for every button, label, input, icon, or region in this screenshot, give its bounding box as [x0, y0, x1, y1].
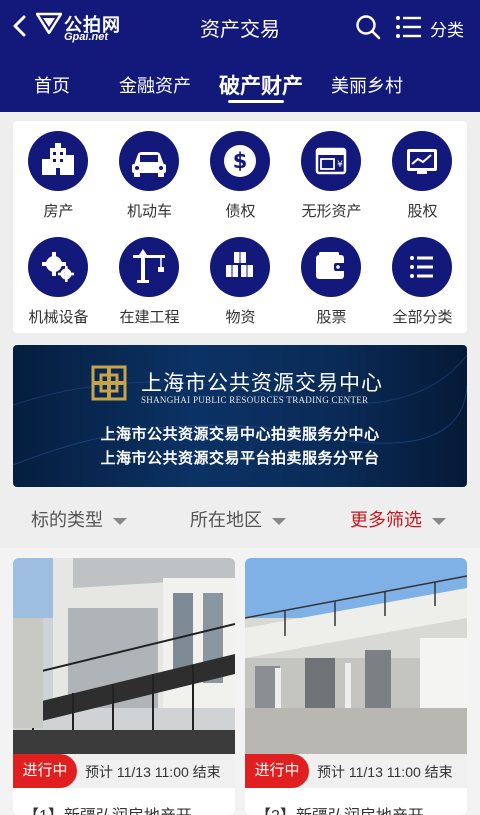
deadline-text: 预计 11/13 11:00 结束: [317, 764, 453, 780]
banner-title: 上海市公共资源交易中心: [141, 371, 383, 395]
filter-asset-type[interactable]: 标的类型: [31, 506, 127, 532]
status-badge: 进行中: [245, 754, 309, 788]
banner-subtitle: SHANGHAI PUBLIC RESOURCES TRADING CENTER: [141, 395, 369, 405]
tab-financial-assets[interactable]: 金融资产: [119, 72, 191, 98]
category-label: 全部分类: [392, 309, 453, 326]
category-all[interactable]: 全部分类: [377, 229, 468, 333]
listing-title: 【1】新疆弘润房地产开: [23, 802, 192, 815]
category-grid: 房产 机动车 $ 债权 ¥ 无形资产 股权 机械设备 在建工程 物资 股票 全部…: [13, 121, 467, 333]
listing-photo: [245, 558, 467, 754]
category-debt[interactable]: $ 债权: [195, 123, 286, 227]
category-materials[interactable]: 物资: [195, 229, 286, 333]
tab-beautiful-village[interactable]: 美丽乡村: [331, 72, 403, 98]
dollar-coin-icon: $: [224, 145, 256, 177]
category-label: 在建工程: [119, 309, 180, 326]
category-vehicle[interactable]: 机动车: [104, 123, 195, 227]
wallet-icon: [316, 252, 346, 279]
listing-title: 【2】新疆弘润房地产开: [255, 802, 424, 815]
listing-status-bar: 进行中 预计 11/13 11:00 结束: [13, 754, 235, 788]
listing-status-bar: 进行中 预计 11/13 11:00 结束: [245, 754, 467, 788]
trading-center-logo-icon: [91, 365, 127, 401]
filter-label: 标的类型: [31, 510, 103, 530]
listing-card[interactable]: 进行中 预计 11/13 11:00 结束 【1】新疆弘润房地产开: [13, 558, 235, 815]
category-intangible[interactable]: ¥ 无形资产: [286, 123, 377, 227]
certificate-icon: ¥: [315, 147, 347, 175]
promo-banner[interactable]: 上海市公共资源交易中心 SHANGHAI PUBLIC RESOURCES TR…: [13, 345, 467, 487]
banner-line-1: 上海市公共资源交易中心拍卖服务分中心: [100, 426, 380, 443]
crane-icon: [133, 249, 165, 283]
caret-down-icon: [272, 517, 286, 525]
svg-text:¥: ¥: [337, 160, 343, 170]
tab-bankruptcy-assets[interactable]: 破产财产: [219, 70, 303, 100]
category-label: 债权: [225, 203, 256, 220]
category-label: 无形资产: [301, 203, 362, 220]
status-badge: 进行中: [13, 754, 77, 788]
category-label: 股票: [316, 309, 347, 326]
top-bar: 公拍网 Gpai.net 资产交易 分类: [0, 0, 480, 52]
boxes-icon: [226, 252, 253, 277]
filter-bar: 标的类型 所在地区 更多筛选: [0, 490, 480, 546]
filter-region[interactable]: 所在地区: [190, 506, 286, 532]
category-label: 物资: [225, 309, 256, 326]
category-construction[interactable]: 在建工程: [104, 229, 195, 333]
category-real-estate[interactable]: 房产: [13, 123, 104, 227]
listing-card[interactable]: 进行中 预计 11/13 11:00 结束 【2】新疆弘润房地产开: [245, 558, 467, 815]
filter-label: 所在地区: [190, 510, 262, 530]
svg-text:$: $: [233, 149, 248, 173]
category-label: 股权: [407, 203, 438, 220]
banner-line-2: 上海市公共资源交易平台拍卖服务分平台: [100, 450, 380, 467]
list-icon: [410, 256, 433, 278]
category-label: 机械设备: [28, 309, 89, 326]
filter-more[interactable]: 更多筛选: [350, 506, 446, 532]
gears-icon: [42, 252, 74, 282]
listing-photo: [13, 558, 235, 754]
category-button[interactable]: 分类: [430, 16, 464, 41]
stock-chart-icon: [407, 149, 437, 174]
list-menu-icon[interactable]: [395, 15, 421, 39]
tab-bar: 首页 金融资产 破产财产 美丽乡村: [0, 60, 480, 110]
category-stocks[interactable]: 股票: [286, 229, 377, 333]
car-icon: [132, 152, 166, 177]
tab-home[interactable]: 首页: [34, 72, 70, 98]
category-label: 房产: [43, 203, 74, 220]
caret-down-icon: [113, 517, 127, 525]
category-machinery[interactable]: 机械设备: [13, 229, 104, 333]
category-label: 机动车: [126, 203, 172, 220]
search-icon[interactable]: [355, 14, 381, 40]
building-icon: [42, 143, 74, 175]
caret-down-icon: [432, 517, 446, 525]
header: 公拍网 Gpai.net 资产交易 分类 首页 金融资产 破产财产 美丽乡村: [0, 0, 480, 112]
deadline-text: 预计 11/13 11:00 结束: [85, 764, 221, 780]
active-tab-indicator: [228, 100, 284, 103]
category-equity[interactable]: 股权: [377, 123, 468, 227]
filter-label: 更多筛选: [350, 510, 422, 530]
